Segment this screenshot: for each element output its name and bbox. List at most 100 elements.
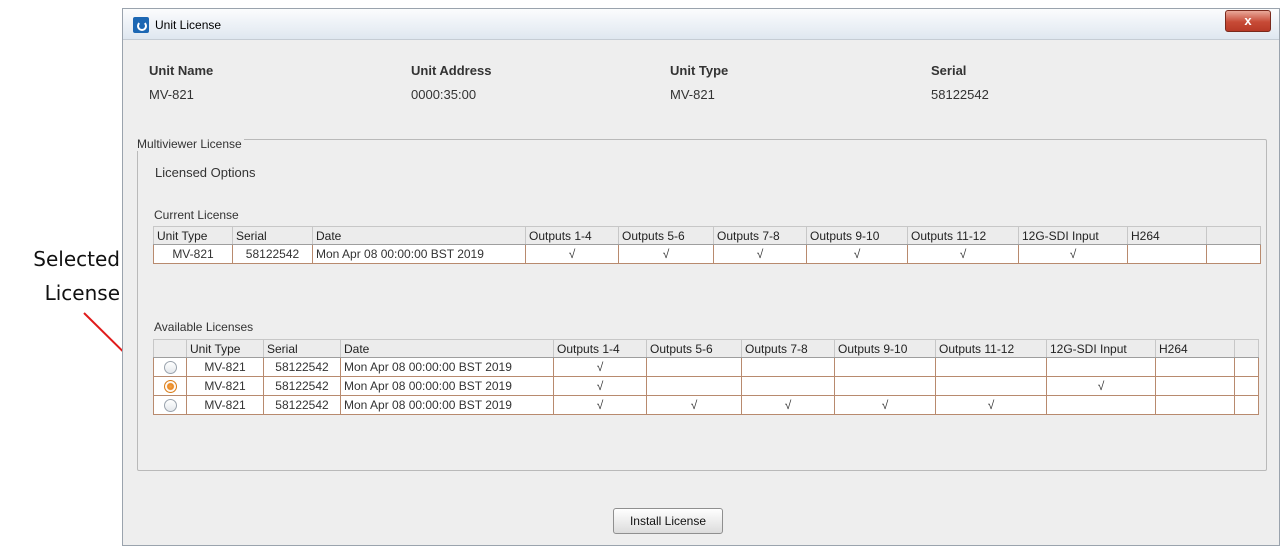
radio-button-selected[interactable] [163,380,177,394]
title-bar: Unit License x [123,9,1279,40]
unit-address-label: Unit Address [411,63,492,78]
unit-type-label: Unit Type [670,63,729,78]
col-header[interactable]: Serial [263,339,341,358]
available-licenses-label: Available Licenses [154,320,254,334]
col-header[interactable]: 12G-SDI Input [1046,339,1156,358]
unit-address-block: Unit Address 0000:35:00 [411,63,491,102]
install-license-button[interactable]: Install License [613,508,723,534]
cell-unit-type: MV-821 [186,395,264,415]
cell-h264 [1155,357,1235,377]
cell-outputs-7-8: √ [713,244,807,264]
col-header[interactable]: Outputs 1-4 [553,339,647,358]
cell-extra [1234,395,1259,415]
row-select-radio-cell[interactable] [153,357,187,377]
cell-unit-type: MV-821 [153,244,233,264]
cell-serial: 58122542 [263,357,341,377]
col-header[interactable] [1206,226,1261,245]
radio-button[interactable] [163,399,177,413]
unit-name-block: Unit Name MV-821 [149,63,213,102]
col-header[interactable]: 12G-SDI Input [1018,226,1128,245]
col-header[interactable]: Date [312,226,526,245]
close-button[interactable]: x [1225,10,1271,32]
table-row[interactable]: MV-821 58122542 Mon Apr 08 00:00:00 BST … [153,244,1261,264]
window-title: Unit License [155,18,222,32]
unit-type-value: MV-821 [670,87,715,102]
cell-serial: 58122542 [232,244,313,264]
cell-12g-sdi-input [1046,395,1156,415]
cell-extra [1206,244,1261,264]
cell-outputs-11-12: √ [935,395,1047,415]
callout-line-1: Selected [33,247,120,271]
col-header[interactable]: H264 [1155,339,1235,358]
col-header[interactable]: Outputs 7-8 [713,226,807,245]
cell-date: Mon Apr 08 00:00:00 BST 2019 [340,376,554,396]
cell-outputs-9-10 [834,376,936,396]
row-select-radio-cell[interactable] [153,395,187,415]
cell-outputs-5-6 [646,376,742,396]
cell-serial: 58122542 [263,395,341,415]
col-header[interactable] [1234,339,1259,358]
available-licenses-table: Unit Type Serial Date Outputs 1-4 Output… [153,339,1259,415]
cell-unit-type: MV-821 [186,357,264,377]
cell-outputs-1-4: √ [553,395,647,415]
multiviewer-license-group [137,139,1267,471]
table-row[interactable]: MV-821 58122542 Mon Apr 08 00:00:00 BST … [153,395,1259,415]
col-header[interactable]: Outputs 7-8 [741,339,835,358]
current-license-table: Unit Type Serial Date Outputs 1-4 Output… [153,226,1261,264]
col-header[interactable]: Date [340,339,554,358]
selected-license-callout: Selected License [20,242,120,310]
col-header[interactable]: Outputs 1-4 [525,226,619,245]
col-header[interactable]: Outputs 11-12 [907,226,1019,245]
cell-outputs-7-8: √ [741,395,835,415]
cell-12g-sdi-input: √ [1018,244,1128,264]
col-header[interactable]: Unit Type [186,339,264,358]
cell-h264 [1155,376,1235,396]
cell-outputs-1-4: √ [553,376,647,396]
cell-outputs-1-4: √ [553,357,647,377]
serial-label: Serial [931,63,967,78]
available-licenses-header-row: Unit Type Serial Date Outputs 1-4 Output… [153,339,1259,358]
cell-outputs-5-6 [646,357,742,377]
app-icon [133,17,149,33]
cell-outputs-11-12 [935,357,1047,377]
cell-outputs-9-10 [834,357,936,377]
col-header[interactable]: Serial [232,226,313,245]
cell-serial: 58122542 [263,376,341,396]
unit-license-window: Unit License x Unit Name MV-821 Unit Add… [122,8,1280,546]
col-header[interactable]: Outputs 9-10 [806,226,908,245]
table-row[interactable]: MV-821 58122542 Mon Apr 08 00:00:00 BST … [153,357,1259,377]
cell-outputs-7-8 [741,376,835,396]
current-license-label: Current License [154,208,239,222]
row-select-radio-cell[interactable] [153,376,187,396]
cell-outputs-5-6: √ [618,244,714,264]
col-header[interactable]: Outputs 5-6 [646,339,742,358]
unit-type-block: Unit Type MV-821 [670,63,728,102]
cell-outputs-5-6: √ [646,395,742,415]
unit-address-value: 0000:35:00 [411,87,477,102]
callout-line-2: License [44,281,120,305]
col-header[interactable]: Unit Type [153,226,233,245]
table-row-selected[interactable]: MV-821 58122542 Mon Apr 08 00:00:00 BST … [153,376,1259,396]
unit-name-label: Unit Name [149,63,214,78]
col-header-select[interactable] [153,339,187,358]
cell-h264 [1155,395,1235,415]
licensed-options-label: Licensed Options [155,165,256,180]
cell-outputs-11-12: √ [907,244,1019,264]
radio-button[interactable] [163,361,177,375]
unit-name-value: MV-821 [149,87,194,102]
col-header[interactable]: H264 [1127,226,1207,245]
col-header[interactable]: Outputs 5-6 [618,226,714,245]
col-header[interactable]: Outputs 9-10 [834,339,936,358]
cell-unit-type: MV-821 [186,376,264,396]
cell-date: Mon Apr 08 00:00:00 BST 2019 [340,357,554,377]
cell-date: Mon Apr 08 00:00:00 BST 2019 [340,395,554,415]
cell-extra [1234,357,1259,377]
current-license-header-row: Unit Type Serial Date Outputs 1-4 Output… [153,226,1261,245]
cell-12g-sdi-input: √ [1046,376,1156,396]
col-header[interactable]: Outputs 11-12 [935,339,1047,358]
cell-outputs-9-10: √ [806,244,908,264]
cell-outputs-1-4: √ [525,244,619,264]
multiviewer-license-title: Multiviewer License [135,137,244,151]
cell-outputs-7-8 [741,357,835,377]
cell-extra [1234,376,1259,396]
